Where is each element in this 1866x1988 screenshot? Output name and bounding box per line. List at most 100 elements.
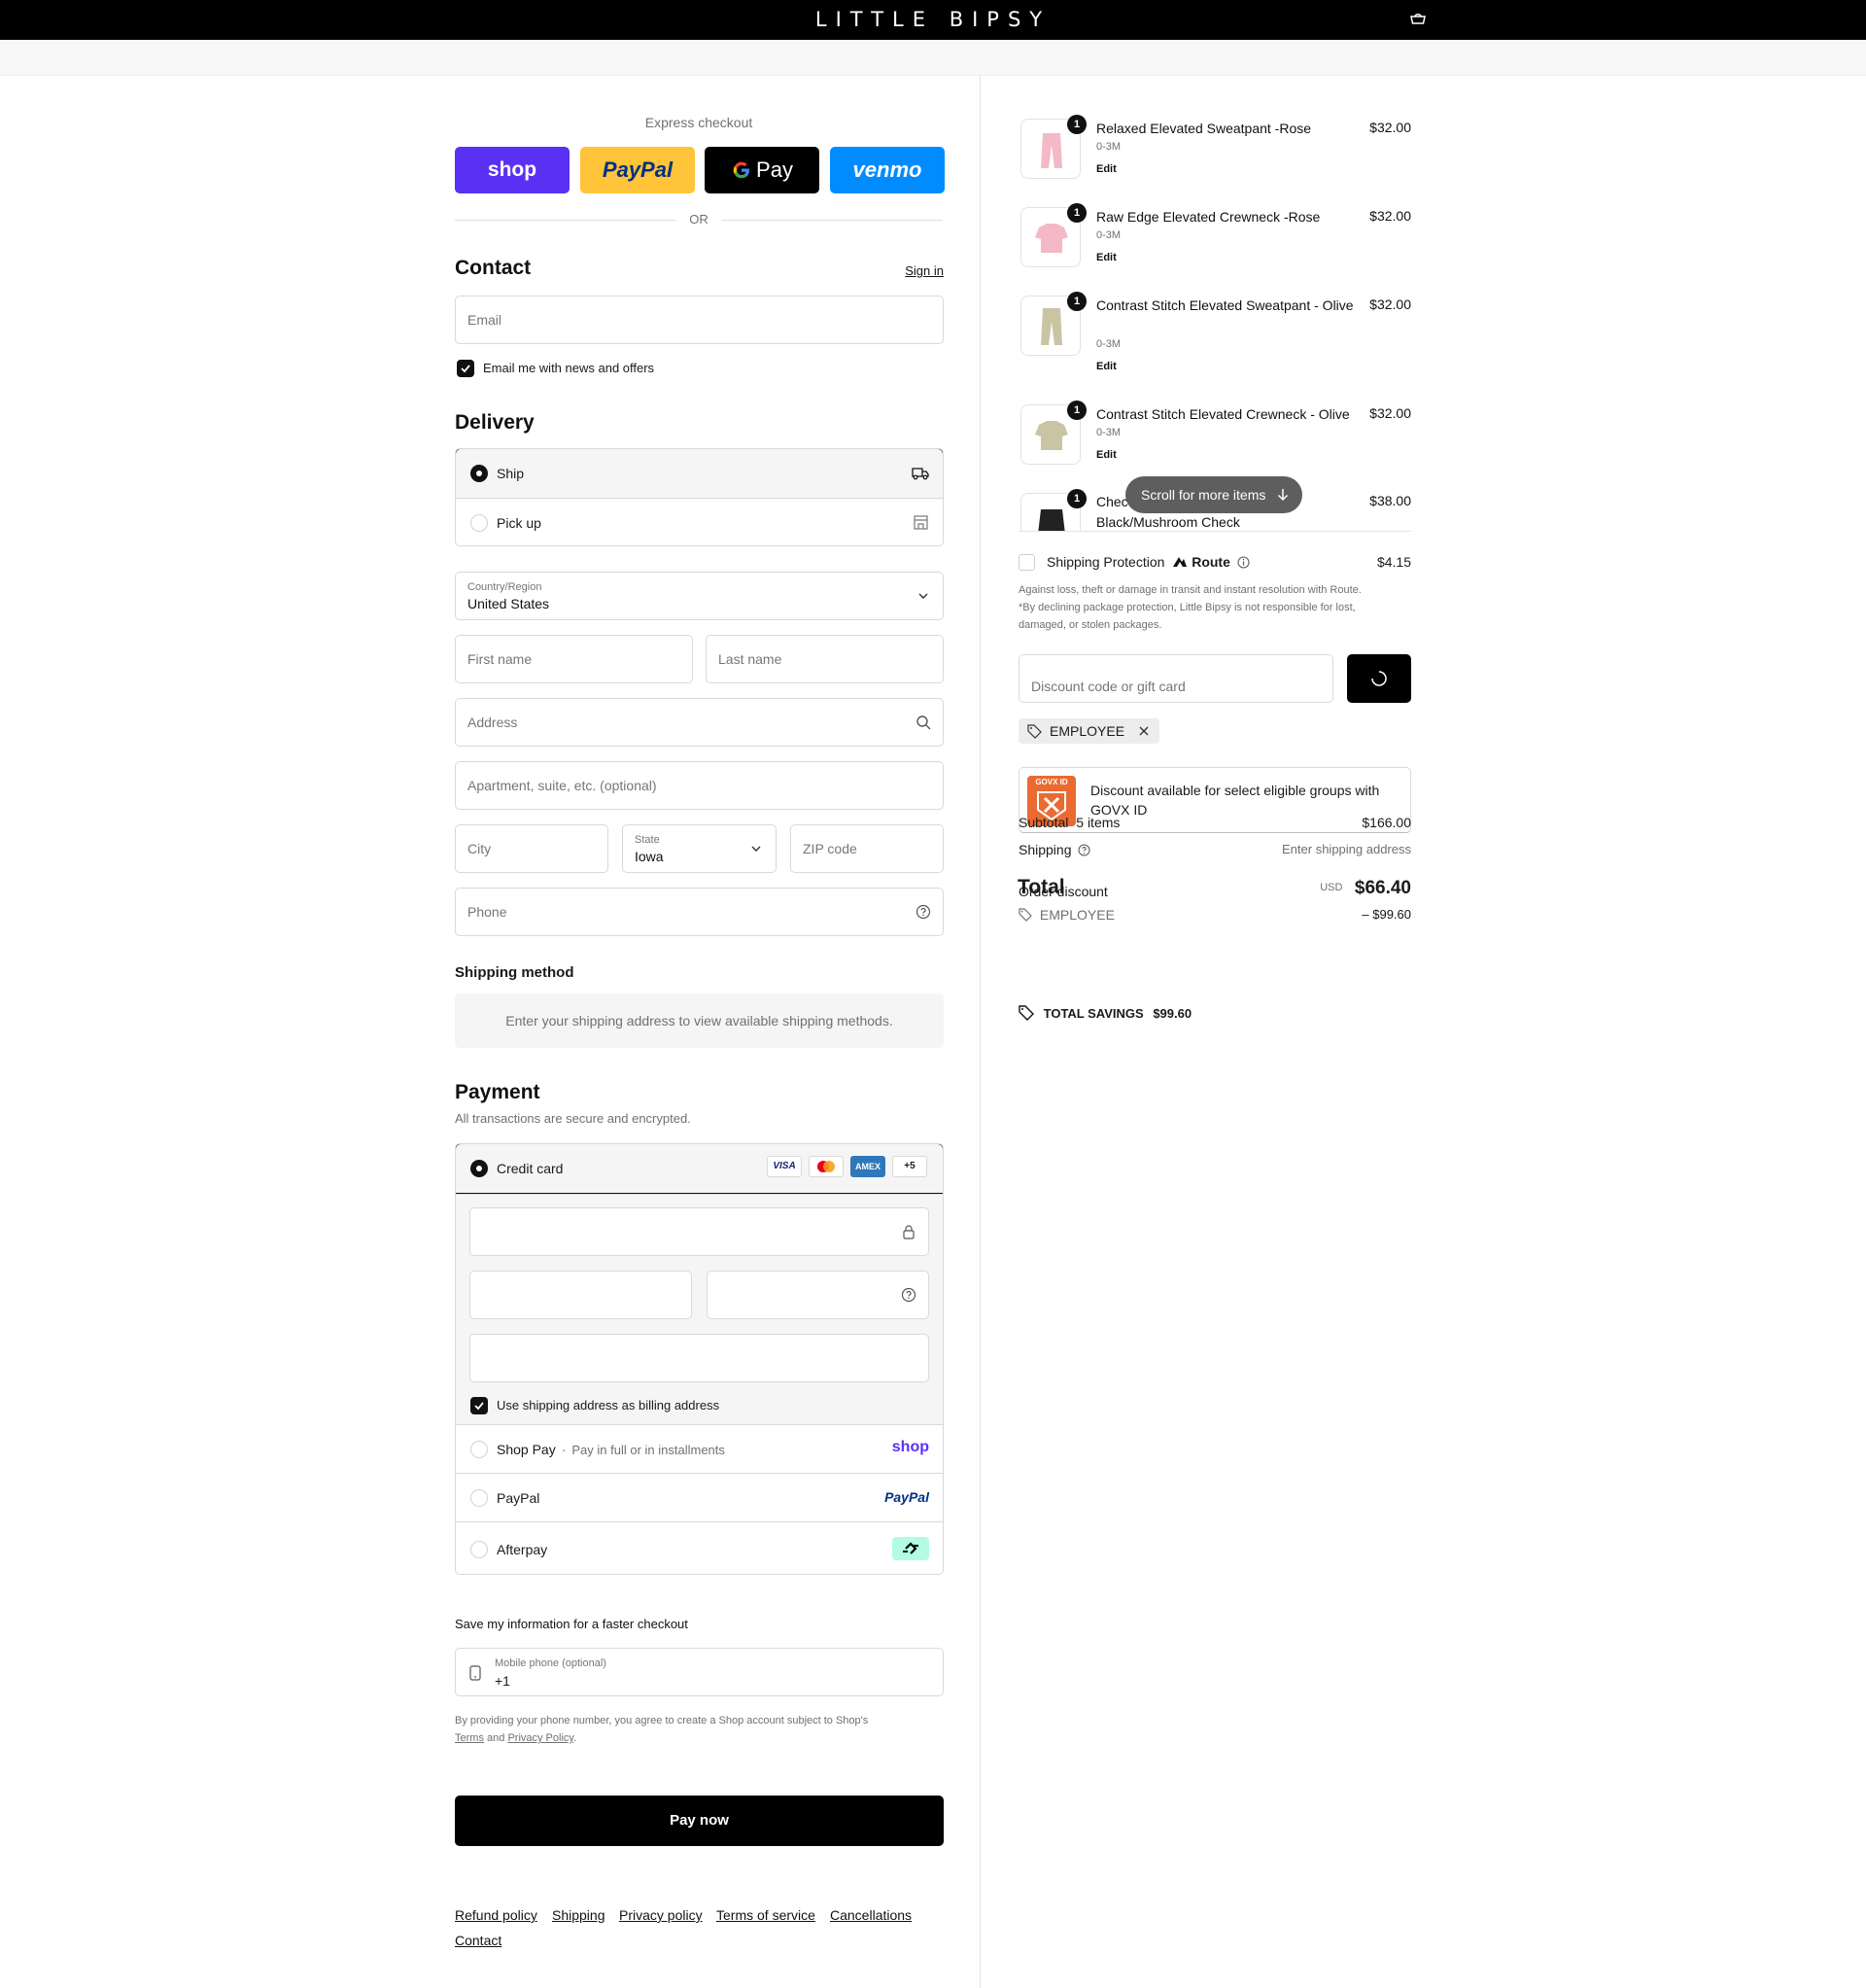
product-edit-link[interactable]: Edit [1096, 252, 1117, 263]
top-bar: LITTLE BIPSY [0, 0, 1866, 40]
shop-pay-sublabel: Pay in full or in installments [571, 1442, 725, 1457]
footer-terms-link[interactable]: Terms of service [716, 1907, 815, 1923]
state-select[interactable]: State Iowa [622, 824, 777, 873]
payment-option-shop-pay[interactable]: Shop Pay · Pay in full or in installments … [456, 1424, 943, 1473]
payment-option-paypal[interactable]: PayPal PayPal [456, 1473, 943, 1521]
total-label: Total [1018, 876, 1065, 898]
footer-refund-policy-link[interactable]: Refund policy [455, 1907, 537, 1923]
total-value: $66.40 [1354, 878, 1411, 898]
shop-pay-express-button[interactable]: shop [455, 147, 570, 193]
paypal-radio[interactable] [470, 1489, 488, 1507]
delivery-option-pickup[interactable]: Pick up [456, 498, 943, 545]
chevron-down-icon [918, 593, 928, 599]
sign-in-link[interactable]: Sign in [905, 263, 944, 278]
billing-same-checkbox[interactable] [470, 1397, 488, 1414]
first-name-field[interactable]: First name [455, 635, 693, 683]
protection-note-line3: damaged, or stolen packages. [1019, 619, 1162, 631]
paypal-express-button[interactable]: PayPal [580, 147, 695, 193]
phone-placeholder: Phone [467, 904, 507, 920]
help-circle-icon[interactable] [1078, 844, 1090, 856]
card-name-field[interactable] [469, 1334, 929, 1382]
protection-note-line1: Against loss, theft or damage in transit… [1019, 584, 1362, 596]
govx-logo-text: GOVX ID [1035, 778, 1068, 786]
card-expiry-field[interactable] [469, 1271, 692, 1319]
city-placeholder: City [467, 841, 492, 856]
shop-legal-period: . [573, 1732, 577, 1744]
discount-code-field[interactable]: Discount code or gift card [1019, 654, 1333, 703]
scroll-for-more-button[interactable]: Scroll for more items [1125, 476, 1302, 513]
ship-label: Ship [497, 466, 525, 481]
product-variant: 0-3M [1096, 141, 1122, 153]
mobile-phone-field[interactable]: Mobile phone (optional) +1 [455, 1648, 944, 1696]
phone-field[interactable]: Phone [455, 888, 944, 936]
info-icon[interactable] [1237, 556, 1250, 569]
address-placeholder: Address [467, 715, 518, 730]
last-name-placeholder: Last name [718, 651, 782, 667]
product-edit-link[interactable]: Edit [1096, 361, 1117, 372]
billing-same-label: Use shipping address as billing address [497, 1398, 720, 1413]
mastercard-badge [809, 1156, 844, 1177]
chevron-down-icon [751, 846, 761, 852]
country-select[interactable]: Country/Region United States [455, 572, 944, 620]
venmo-express-button[interactable]: venmo [830, 147, 945, 193]
brand-logo[interactable]: LITTLE BIPSY [0, 8, 1866, 31]
ship-radio[interactable] [470, 465, 488, 482]
address-field[interactable]: Address [455, 698, 944, 747]
cart-icon[interactable] [1409, 12, 1427, 25]
arrow-down-icon [1277, 489, 1289, 502]
shop-pay-radio[interactable] [470, 1441, 488, 1458]
card-security-code-field[interactable] [707, 1271, 929, 1319]
help-circle-icon[interactable] [916, 904, 931, 920]
protection-note-line2: *By declining package protection, Little… [1019, 602, 1356, 613]
route-logo-icon [1173, 557, 1188, 567]
last-name-field[interactable]: Last name [706, 635, 944, 683]
amex-badge: AMEX [850, 1156, 885, 1177]
apartment-field[interactable]: Apartment, suite, etc. (optional) [455, 761, 944, 810]
email-field[interactable]: Email [455, 296, 944, 344]
pickup-radio[interactable] [470, 514, 488, 532]
remove-discount-icon[interactable] [1138, 725, 1150, 737]
govx-banner-text: Discount available for select eligible g… [1090, 783, 1380, 818]
city-field[interactable]: City [455, 824, 608, 873]
credit-card-radio[interactable] [470, 1160, 488, 1177]
store-icon [914, 515, 928, 530]
zip-field[interactable]: ZIP code [790, 824, 944, 873]
payment-option-afterpay[interactable]: Afterpay [456, 1521, 943, 1574]
product-edit-link[interactable]: Edit [1096, 163, 1117, 175]
applied-discount-tag: EMPLOYEE [1019, 718, 1159, 744]
checkmark-icon [461, 365, 470, 373]
google-pay-express-button[interactable]: Pay [705, 147, 819, 193]
product-name: Raw Edge Elevated Crewneck -Rose [1096, 209, 1321, 225]
mobile-phone-value: +1 [495, 1673, 510, 1689]
savings-value: $99.60 [1153, 1006, 1192, 1021]
delivery-option-ship[interactable]: Ship [456, 449, 943, 499]
email-placeholder: Email [467, 312, 502, 328]
product-edit-link[interactable]: Edit [1096, 449, 1117, 461]
help-circle-icon[interactable] [901, 1287, 916, 1303]
footer-shipping-link[interactable]: Shipping [552, 1907, 605, 1923]
shipping-protection-checkbox[interactable] [1019, 554, 1035, 571]
lock-icon [903, 1225, 915, 1239]
pickup-label: Pick up [497, 514, 541, 531]
total-value-group: USD $66.40 [1320, 878, 1411, 899]
quantity-badge: 1 [1067, 203, 1087, 223]
loading-spinner-icon [1371, 671, 1387, 686]
or-line-right [721, 220, 943, 221]
pay-now-button[interactable]: Pay now [455, 1796, 944, 1846]
shop-privacy-link[interactable]: Privacy Policy [507, 1732, 573, 1744]
shipping-protection-price: $4.15 [1376, 554, 1411, 570]
shop-terms-link[interactable]: Terms [455, 1732, 484, 1744]
paypal-logo-text: PayPal [602, 157, 674, 182]
shipping-row: Shipping Enter shipping address [1019, 842, 1411, 857]
footer-contact-link[interactable]: Contact [455, 1933, 501, 1948]
subtotal-label: Subtotal [1019, 815, 1069, 830]
afterpay-radio[interactable] [470, 1541, 488, 1558]
footer-privacy-policy-link[interactable]: Privacy policy [619, 1907, 703, 1923]
apply-discount-button[interactable] [1347, 654, 1411, 703]
newsletter-checkbox[interactable] [457, 360, 474, 377]
shipping-protection-label: Shipping Protection [1047, 554, 1165, 570]
footer-cancellations-link[interactable]: Cancellations [830, 1907, 912, 1923]
payment-subtitle: All transactions are secure and encrypte… [455, 1111, 691, 1126]
card-number-field[interactable] [469, 1207, 929, 1256]
state-value: Iowa [635, 849, 664, 864]
